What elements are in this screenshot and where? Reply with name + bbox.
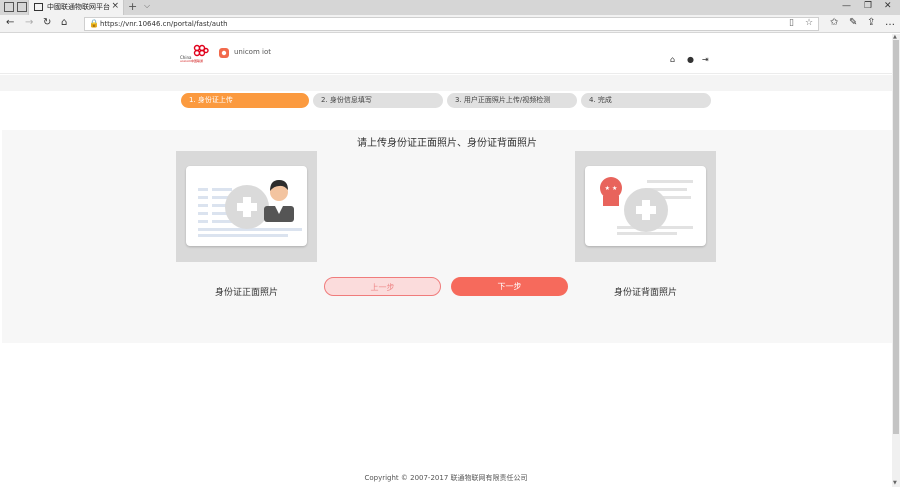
brand-name: unicom iot [234, 48, 271, 56]
title-bar: 中國联通物联网平台 × + ⌵ — ❐ ✕ [0, 0, 900, 15]
logo-text-line2: unicom中国联通 [180, 59, 204, 63]
step-4: 4. 完成 [581, 93, 711, 108]
favorites-icon[interactable]: ✩ [830, 17, 838, 28]
home-icon[interactable]: ⌂ [61, 17, 67, 28]
refresh-icon[interactable]: ↻ [43, 17, 51, 28]
id-front-upload[interactable]: 身份证正面照片 [176, 151, 317, 298]
next-step-button[interactable]: 下一步 [451, 277, 568, 296]
url-text: https://vnr.10646.cn/portal/fast/auth [100, 20, 228, 28]
tab-title: 中國联通物联网平台 [47, 3, 110, 11]
tab-preview-icon[interactable] [17, 2, 27, 12]
browser-tab[interactable]: 中國联通物联网平台 × [28, 0, 124, 15]
minimize-icon[interactable]: — [842, 1, 851, 11]
share-icon[interactable]: ⇪ [867, 17, 875, 28]
close-window-icon[interactable]: ✕ [884, 1, 892, 11]
close-tab-icon[interactable]: × [111, 1, 119, 11]
svg-text:★ ★: ★ ★ [605, 185, 618, 192]
browser-window: 中國联通物联网平台 × + ⌵ — ❐ ✕ ← → ↻ ⌂ 🔒 https://… [0, 0, 900, 487]
header-divider-strip [0, 75, 892, 91]
page-content: China unicom中国联通 unicom iot ⌂ ● ⇥ 1. 身份证… [0, 34, 892, 487]
lock-icon: 🔒 [89, 19, 99, 28]
forward-icon[interactable]: → [25, 17, 33, 28]
step-3: 3. 用户正面照片上传/视频检测 [447, 93, 577, 108]
tab-list-chevron-icon[interactable]: ⌵ [144, 1, 150, 11]
id-back-placeholder-icon: ★ ★ [600, 177, 693, 235]
step-2: 2. 身份信息填写 [313, 93, 443, 108]
footer-copyright: Copyright © 2007-2017 联通物联网有限责任公司 [364, 474, 528, 482]
tab-actions-icon[interactable] [4, 2, 14, 12]
favorite-star-icon[interactable]: ☆ [805, 18, 813, 28]
new-tab-button[interactable]: + [128, 0, 137, 13]
notes-icon[interactable]: ✎ [849, 17, 857, 28]
scrollbar-thumb[interactable] [893, 40, 899, 434]
nav-bar: ← → ↻ ⌂ 🔒 https://vnr.10646.cn/portal/fa… [0, 15, 900, 33]
maximize-icon[interactable]: ❐ [864, 1, 872, 11]
id-back-upload[interactable]: ★ ★ 身份证背面照片 [575, 151, 716, 298]
id-front-card [186, 166, 307, 246]
prev-step-button[interactable]: 上一步 [324, 277, 441, 296]
user-icon[interactable]: ● [687, 55, 694, 64]
id-back-label: 身份证背面照片 [613, 288, 677, 298]
upload-panel: 请上传身份证正面照片、身份证背面照片 身份证正面照片 ★ ★ 身份证背面照片 上… [2, 130, 892, 343]
id-front-label: 身份证正面照片 [214, 288, 278, 298]
scrollbar[interactable]: ▲ ▼ [892, 34, 900, 487]
logout-icon[interactable]: ⇥ [702, 55, 709, 64]
reading-view-icon[interactable]: ▯ [789, 18, 794, 28]
scroll-down-icon[interactable]: ▼ [893, 480, 897, 486]
emblem-icon: ★ ★ [600, 177, 622, 206]
more-icon[interactable]: … [885, 17, 895, 28]
address-bar[interactable]: 🔒 https://vnr.10646.cn/portal/fast/auth … [84, 17, 819, 31]
upload-instruction: 请上传身份证正面照片、身份证背面照片 [357, 138, 537, 149]
id-front-placeholder-icon [198, 180, 302, 237]
id-back-card: ★ ★ [585, 166, 706, 246]
step-1: 1. 身份证上传 [181, 93, 309, 108]
back-icon[interactable]: ← [6, 17, 14, 28]
unicom-iot-logo-icon [219, 48, 229, 58]
page-icon [34, 3, 43, 11]
site-header: China unicom中国联通 unicom iot ⌂ ● ⇥ [0, 34, 892, 74]
home-nav-icon[interactable]: ⌂ [670, 55, 675, 64]
